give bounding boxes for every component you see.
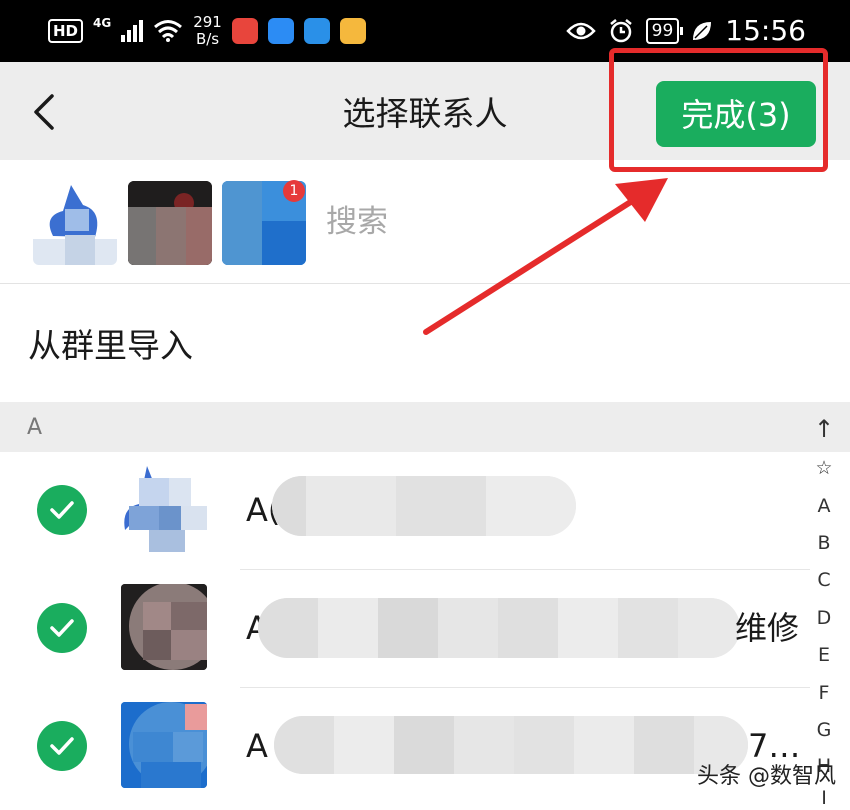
watermark: 头条 @数智风 xyxy=(697,764,836,789)
annotation-arrow-icon xyxy=(423,178,668,335)
